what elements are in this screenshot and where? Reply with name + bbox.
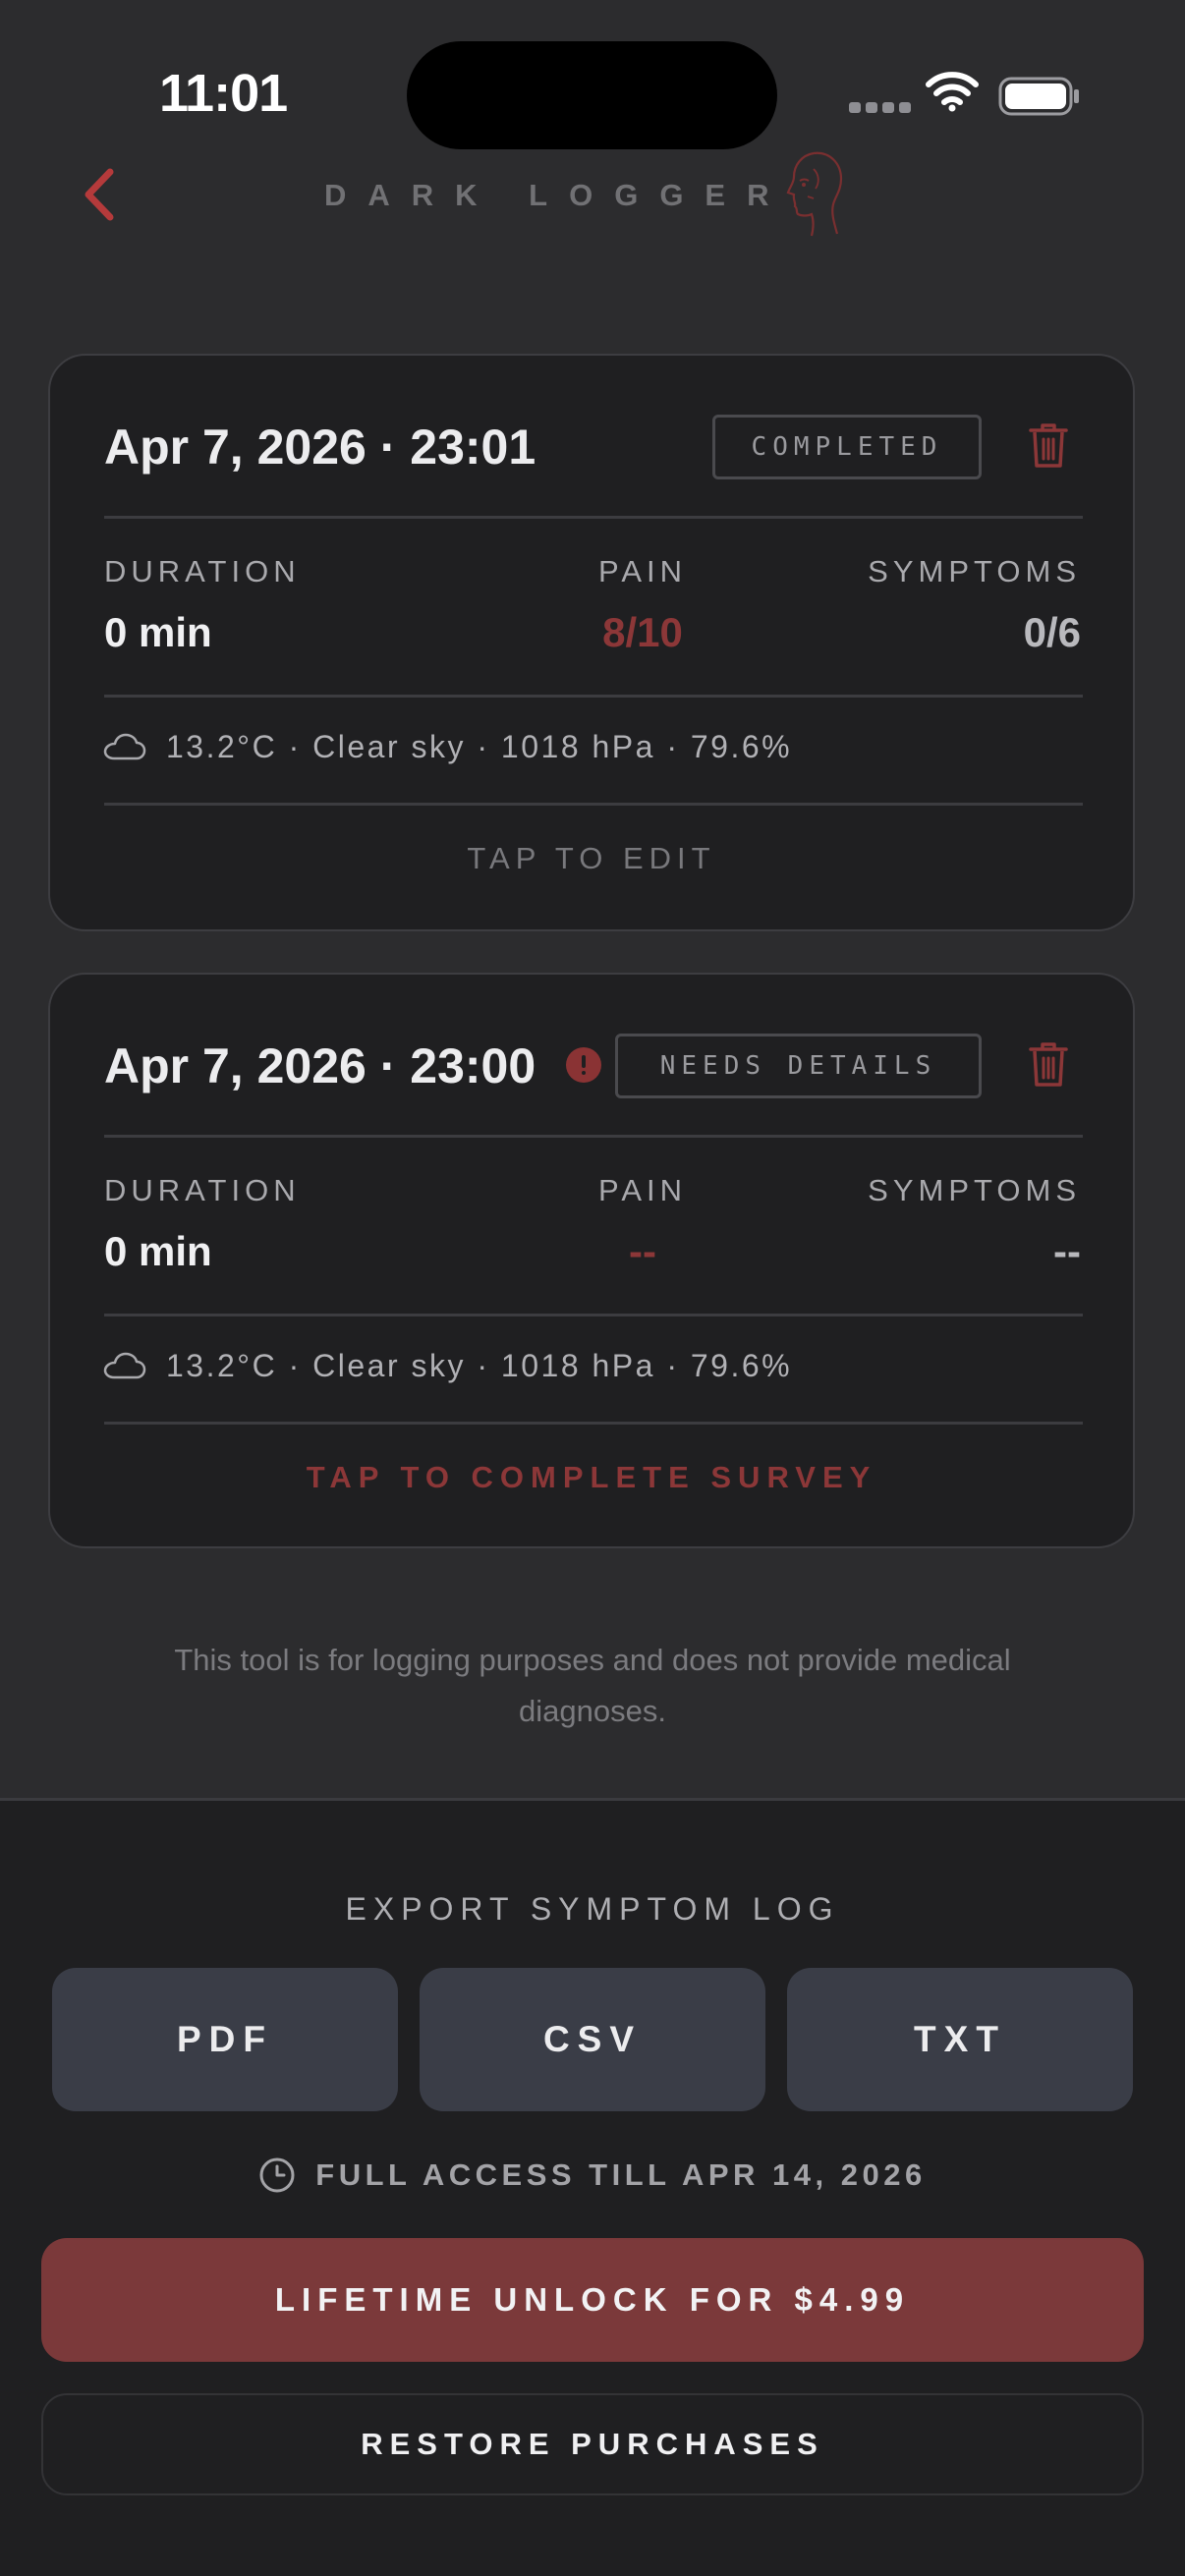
- entry-datetime: Apr 7, 2026 · 23:00: [104, 1038, 536, 1093]
- log-entry-card[interactable]: Apr 7, 2026 · 23:00 NEEDS DETAILS DURATI…: [48, 973, 1135, 1548]
- divider: [104, 803, 1083, 806]
- restore-purchases-button[interactable]: RESTORE PURCHASES: [41, 2393, 1144, 2495]
- face-profile-icon: [786, 151, 843, 237]
- chevron-left-icon: [85, 168, 114, 221]
- dynamic-island: [407, 41, 777, 149]
- status-badge: COMPLETED: [712, 415, 982, 479]
- pain-label: PAIN: [597, 1173, 688, 1207]
- export-txt-button[interactable]: TXT: [787, 1968, 1133, 2111]
- complete-survey-button[interactable]: TAP TO COMPLETE SURVEY: [50, 1460, 1133, 1495]
- delete-icon[interactable]: [1027, 1039, 1070, 1089]
- divider: [104, 1422, 1083, 1425]
- delete-icon[interactable]: [1027, 420, 1070, 470]
- export-panel: EXPORT SYMPTOM LOG PDF CSV TXT FULL ACCE…: [0, 1798, 1185, 2576]
- battery-icon: [998, 77, 1079, 116]
- log-entry-card[interactable]: Apr 7, 2026 · 23:01 COMPLETED DURATION 0…: [48, 354, 1135, 931]
- weather-info: 13.2°C · Clear sky · 1018 hPa · 79.6%: [166, 729, 793, 764]
- back-button[interactable]: [75, 165, 124, 224]
- alert-icon: [566, 1047, 601, 1083]
- symptoms-value: 0/6: [1023, 609, 1081, 655]
- duration-value: 0 min: [104, 1228, 212, 1274]
- clock-icon: [259, 2157, 295, 2193]
- access-status: FULL ACCESS TILL APR 14, 2026: [0, 2156, 1185, 2194]
- wifi-icon: [926, 72, 979, 112]
- duration-value: 0 min: [104, 609, 212, 655]
- divider: [104, 695, 1083, 698]
- status-badge: NEEDS DETAILS: [615, 1034, 982, 1098]
- cloud-icon: [103, 733, 146, 760]
- divider: [104, 516, 1083, 519]
- status-time: 11:01: [159, 64, 288, 123]
- export-csv-button[interactable]: CSV: [420, 1968, 765, 2111]
- edit-entry-button[interactable]: TAP TO EDIT: [50, 841, 1133, 876]
- cellular-signal-icon: [849, 102, 911, 113]
- lifetime-unlock-button[interactable]: LIFETIME UNLOCK FOR $4.99: [41, 2238, 1144, 2362]
- access-text: FULL ACCESS TILL APR 14, 2026: [315, 2157, 927, 2192]
- symptoms-value: --: [1053, 1228, 1081, 1274]
- weather-info: 13.2°C · Clear sky · 1018 hPa · 79.6%: [166, 1348, 793, 1383]
- symptoms-label: SYMPTOMS: [868, 554, 1081, 588]
- export-title: EXPORT SYMPTOM LOG: [345, 1891, 840, 1927]
- cloud-icon: [103, 1352, 146, 1379]
- divider: [104, 1314, 1083, 1316]
- app-screen: 11:01 DARK LOGGER Apr 7, 2026 · 23:01 CO…: [0, 0, 1185, 2576]
- duration-label: DURATION: [104, 1173, 301, 1207]
- entry-datetime: Apr 7, 2026 · 23:01: [104, 420, 536, 475]
- pain-value: --: [629, 1228, 656, 1274]
- disclaimer-text: This tool is for logging purposes and do…: [174, 1643, 1011, 1728]
- export-pdf-button[interactable]: PDF: [52, 1968, 398, 2111]
- app-title: DARK LOGGER: [324, 178, 791, 212]
- divider: [104, 1135, 1083, 1138]
- symptoms-label: SYMPTOMS: [868, 1173, 1081, 1207]
- pain-value: 8/10: [602, 609, 683, 655]
- duration-label: DURATION: [104, 554, 301, 588]
- pain-label: PAIN: [597, 554, 688, 588]
